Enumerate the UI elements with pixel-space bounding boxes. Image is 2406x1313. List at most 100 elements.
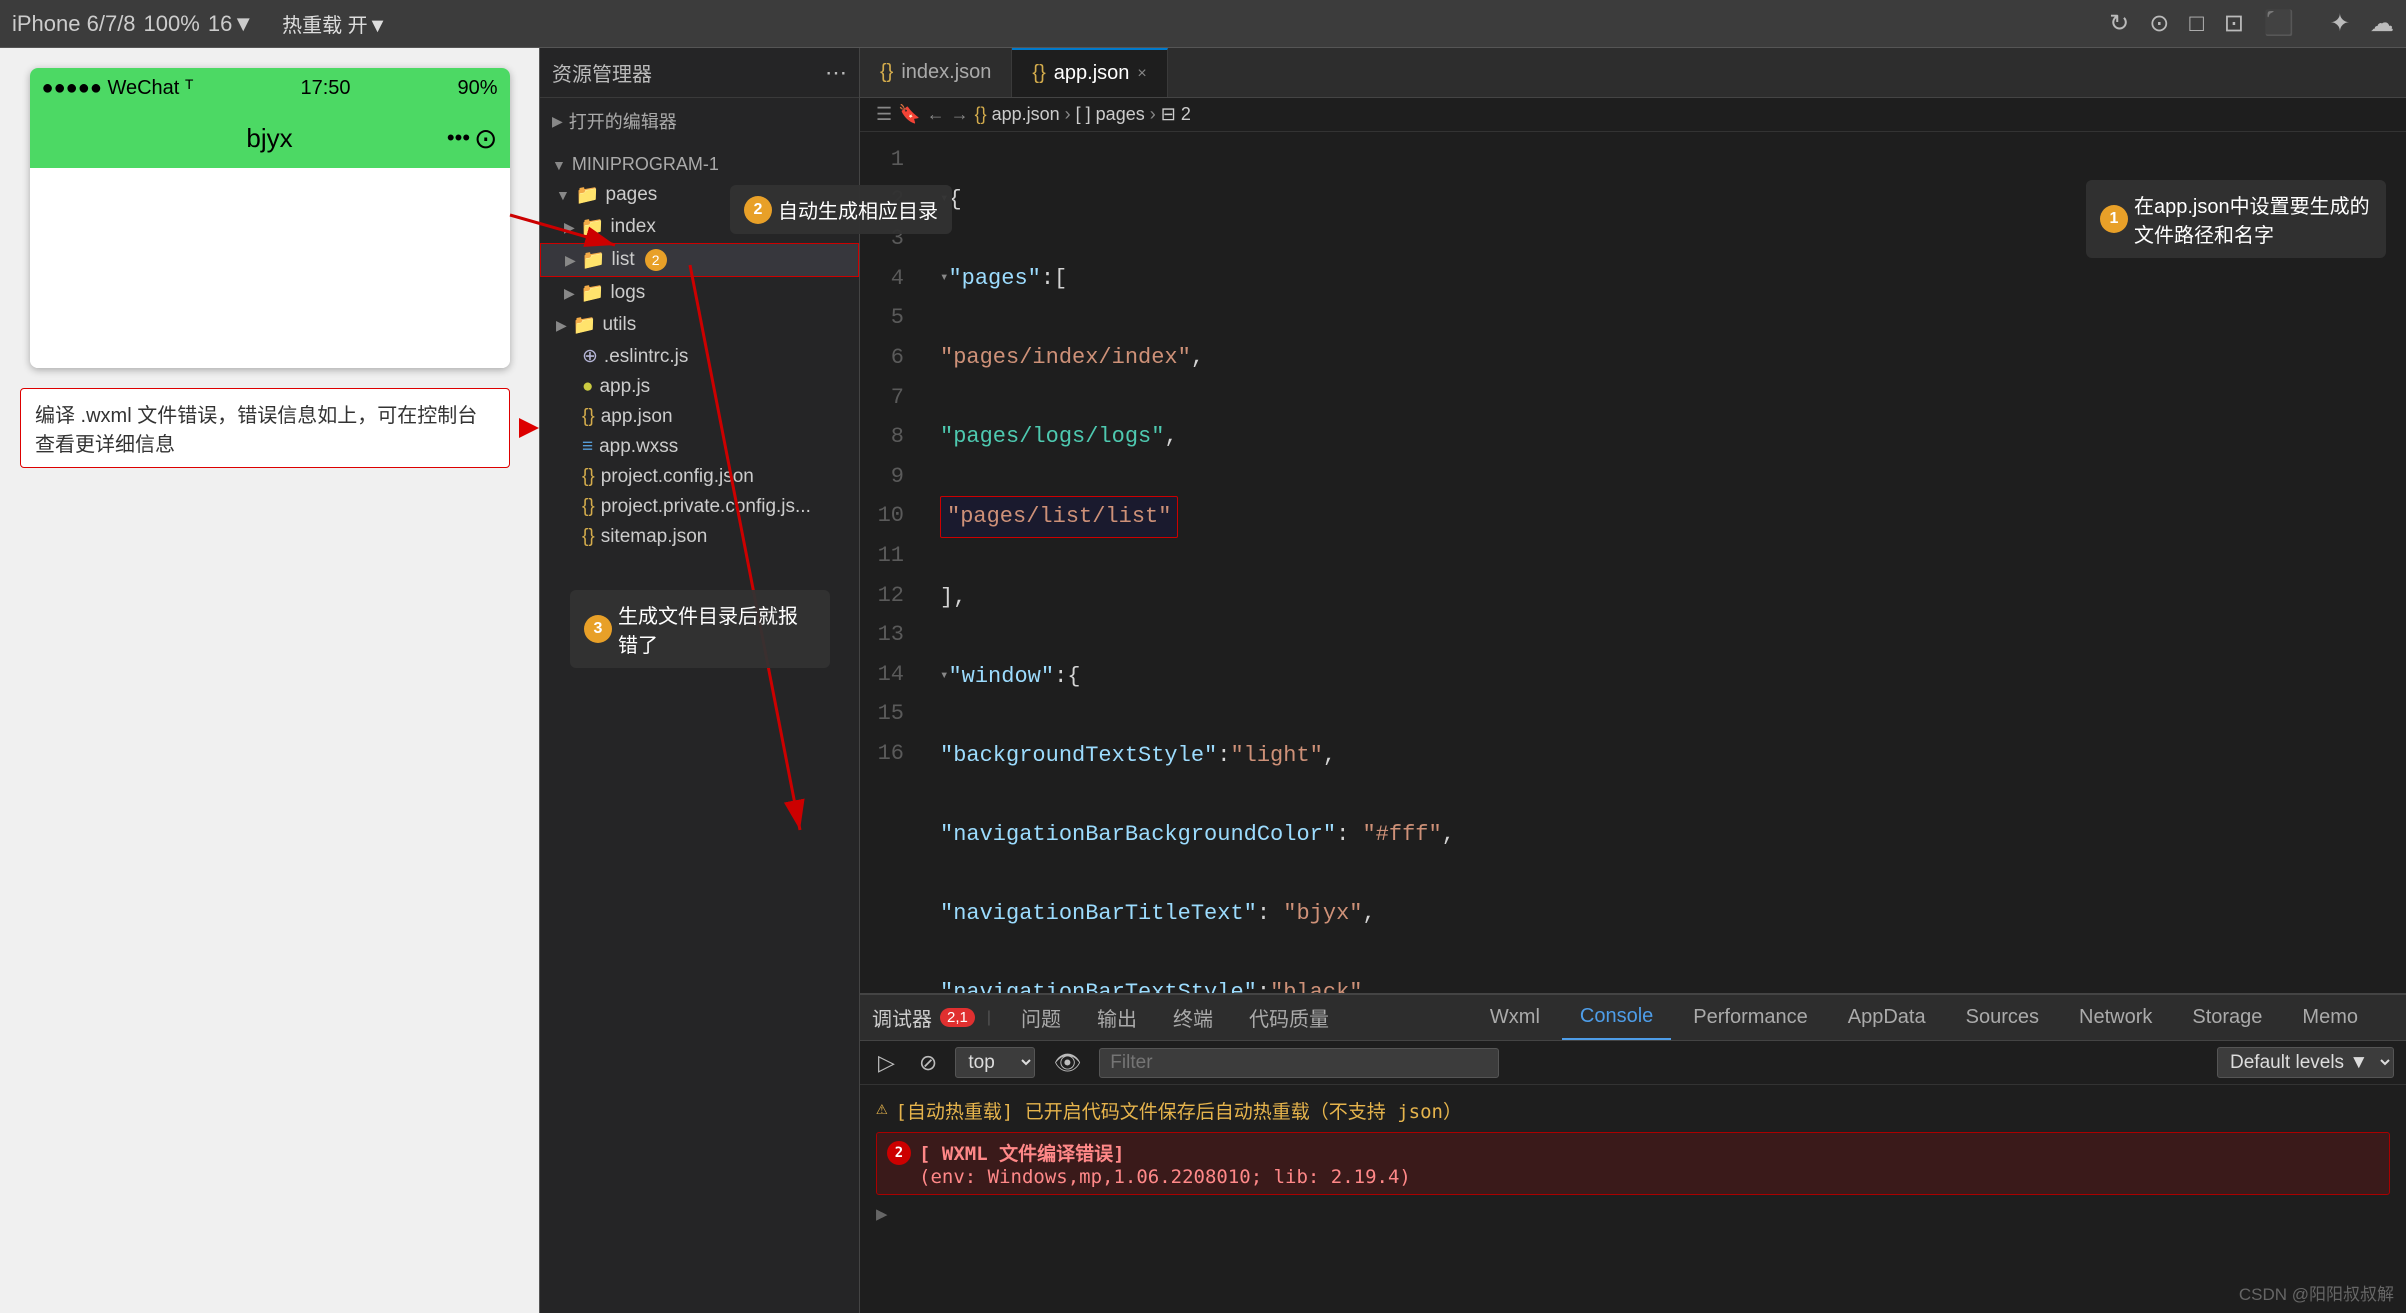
- tab-sources[interactable]: Sources: [1948, 995, 2057, 1040]
- inspect-icon[interactable]: ✦: [2330, 9, 2350, 38]
- utils-chevron: ▶: [556, 317, 567, 334]
- screenshot-icon[interactable]: ⊡: [2224, 9, 2244, 38]
- warn-text: [自动热重载] 已开启代码文件保存后自动热重载（不支持 json）: [895, 1097, 1462, 1124]
- debug-log-error: 2 [ WXML 文件编译错误] (env: Windows,mp,1.06.2…: [876, 1132, 2390, 1195]
- tree-item-pages[interactable]: ▼ 📁 pages: [540, 179, 859, 211]
- device-selector[interactable]: iPhone 6/7/8 100% 16▼: [12, 11, 254, 37]
- explorer-header: 资源管理器 ⋯: [540, 48, 859, 98]
- tree-item-list[interactable]: ▶ 📁 list 2: [540, 243, 859, 277]
- index-label: 16▼: [208, 11, 254, 37]
- list-badge: 2: [645, 249, 667, 271]
- tab-index-json[interactable]: {} index.json: [860, 48, 1012, 97]
- section-open-editors[interactable]: ▶ 打开的编辑器: [540, 104, 859, 138]
- sitemap-file-icon: {}: [582, 526, 595, 548]
- tree-item-appwxss[interactable]: ≡ app.wxss: [540, 432, 859, 462]
- tab-close-icon[interactable]: ×: [1137, 65, 1146, 83]
- breadcrumb-bookmark-icon[interactable]: 🔖: [898, 104, 920, 125]
- error-text: 编译 .wxml 文件错误，错误信息如上，可在控制台查看更详细信息: [35, 405, 477, 456]
- project-root[interactable]: ▼ MINIPROGRAM-1: [540, 150, 859, 179]
- tree-item-appjson[interactable]: {} app.json: [540, 402, 859, 432]
- editor-breadcrumb: ☰ 🔖 ← → {} app.json › [ ] pages › ⊟ 2: [860, 98, 2406, 132]
- tab-app-json-label: app.json: [1054, 62, 1130, 85]
- index-label: index: [610, 216, 655, 238]
- watermark: CSDN @阳阳叔叔解: [2239, 1280, 2394, 1305]
- eslintrc-label: .eslintrc.js: [604, 346, 688, 368]
- hotreload-button[interactable]: 热重载 开▼: [282, 9, 387, 38]
- code-line-1: ▾{: [940, 180, 2386, 220]
- tab-app-json[interactable]: {} app.json ×: [1012, 48, 1167, 97]
- status-right: 90%: [457, 77, 497, 100]
- phone-icon[interactable]: □: [2189, 10, 2204, 38]
- logs-chevron: ▶: [564, 285, 575, 302]
- phone-panel: ●●●●● WeChat ᵀ 17:50 90% bjyx ••• ⊙ 编译 .…: [0, 48, 540, 1313]
- status-left: ●●●●● WeChat ᵀ: [42, 77, 194, 100]
- tab-appdata[interactable]: AppData: [1830, 995, 1944, 1040]
- tab-console[interactable]: Console: [1562, 995, 1671, 1040]
- error-line1: [ WXML 文件编译错误]: [919, 1139, 1125, 1166]
- cloud-icon[interactable]: ☁: [2370, 9, 2394, 38]
- tree-item-eslintrc[interactable]: ⊕ .eslintrc.js: [540, 341, 859, 372]
- debug-tab-output[interactable]: 输出: [1079, 995, 1155, 1040]
- appjs-file-icon: ●: [582, 376, 593, 398]
- tree-item-index[interactable]: ▶ 📁 index: [540, 211, 859, 243]
- tab-network[interactable]: Network: [2061, 995, 2170, 1040]
- tab-app-json-icon: {}: [1032, 62, 1045, 85]
- explorer-menu-icon[interactable]: ⋯: [825, 60, 847, 86]
- appjson-label: app.json: [601, 406, 673, 428]
- code-line-3: "pages/index/index",: [940, 338, 2386, 378]
- tree-item-logs[interactable]: ▶ 📁 logs: [540, 277, 859, 309]
- debug-tab-terminal[interactable]: 终端: [1155, 995, 1231, 1040]
- code-area: 1 2 3 4 5 6 7 8 9 10 11 12 13 14 15 16 ▾…: [860, 132, 2406, 993]
- record-icon[interactable]: ⊙: [2149, 9, 2169, 38]
- tab-memo[interactable]: Memo: [2284, 995, 2376, 1040]
- pages-chevron: ▼: [556, 187, 570, 203]
- index-chevron: ▶: [564, 219, 575, 236]
- debug-tab-quality[interactable]: 代码质量: [1231, 995, 1347, 1040]
- pages-folder-icon: 📁: [576, 183, 600, 207]
- tree-item-projectprivate[interactable]: {} project.private.config.js...: [540, 492, 859, 522]
- code-line-9: "navigationBarBackgroundColor": "#fff",: [940, 815, 2386, 855]
- breadcrumb-forward-icon[interactable]: →: [951, 104, 969, 125]
- tree-item-projectconfig[interactable]: {} project.config.json: [540, 462, 859, 492]
- explorer-section-open: ▶ 打开的编辑器: [540, 98, 859, 144]
- tree-item-sitemap[interactable]: {} sitemap.json: [540, 522, 859, 552]
- debug-context-select[interactable]: top: [955, 1047, 1035, 1078]
- tree-item-utils[interactable]: ▶ 📁 utils: [540, 309, 859, 341]
- error-badge: 2: [887, 1141, 911, 1165]
- breadcrumb-text: {} app.json › [ ] pages › ⊟ 2: [975, 104, 1191, 125]
- list-chevron: ▶: [565, 252, 576, 269]
- debug-stop-button[interactable]: ⊘: [913, 1048, 943, 1078]
- debug-tab-issues[interactable]: 问题: [1003, 995, 1079, 1040]
- sitemap-label: sitemap.json: [601, 526, 708, 548]
- code-line-5: "pages/list/list": [940, 496, 2386, 538]
- breadcrumb-menu-icon[interactable]: ☰: [876, 104, 892, 125]
- phone-frame: ●●●●● WeChat ᵀ 17:50 90% bjyx ••• ⊙: [30, 68, 510, 368]
- logs-folder-icon: 📁: [581, 281, 605, 305]
- nav-more-circle: ⊙: [474, 122, 497, 155]
- logs-label: logs: [610, 282, 645, 304]
- debug-error-count: 2,1: [940, 1008, 975, 1027]
- refresh-icon[interactable]: ↻: [2109, 9, 2129, 38]
- tree-item-appjs[interactable]: ● app.js: [540, 372, 859, 402]
- breadcrumb-back-icon[interactable]: ←: [927, 104, 945, 125]
- scale-label: 100%: [144, 11, 200, 37]
- tab-performance[interactable]: Performance: [1675, 995, 1826, 1040]
- debug-run-button[interactable]: ▷: [872, 1048, 901, 1078]
- tab-wxml[interactable]: Wxml: [1472, 995, 1558, 1040]
- chevron-icon: ▶: [552, 113, 563, 130]
- debug-panel: 调试器 2,1 | 问题 输出 终端 代码质量 Wxml Console Per…: [860, 993, 2406, 1313]
- debug-filter-input[interactable]: [1099, 1048, 1499, 1078]
- status-time: 17:50: [300, 77, 350, 100]
- code-line-8: "backgroundTextStyle":"light",: [940, 736, 2386, 776]
- debug-eye-button[interactable]: 👁: [1047, 1048, 1087, 1078]
- tab-index-json-icon: {}: [880, 61, 893, 84]
- tab-storage[interactable]: Storage: [2174, 995, 2280, 1040]
- utils-folder-icon: 📁: [573, 313, 597, 337]
- debug-level-select[interactable]: Default levels ▼: [2217, 1047, 2394, 1078]
- fullscreen-icon[interactable]: ⬛: [2264, 9, 2294, 38]
- appwxss-label: app.wxss: [599, 436, 678, 458]
- debug-log-warn: ⚠ [自动热重载] 已开启代码文件保存后自动热重载（不支持 json）: [876, 1093, 2390, 1128]
- error-callout: 编译 .wxml 文件错误，错误信息如上，可在控制台查看更详细信息: [20, 388, 510, 468]
- error-line2: (env: Windows,mp,1.06.2208010; lib: 2.19…: [919, 1166, 2379, 1188]
- code-line-6: ],: [940, 578, 2386, 618]
